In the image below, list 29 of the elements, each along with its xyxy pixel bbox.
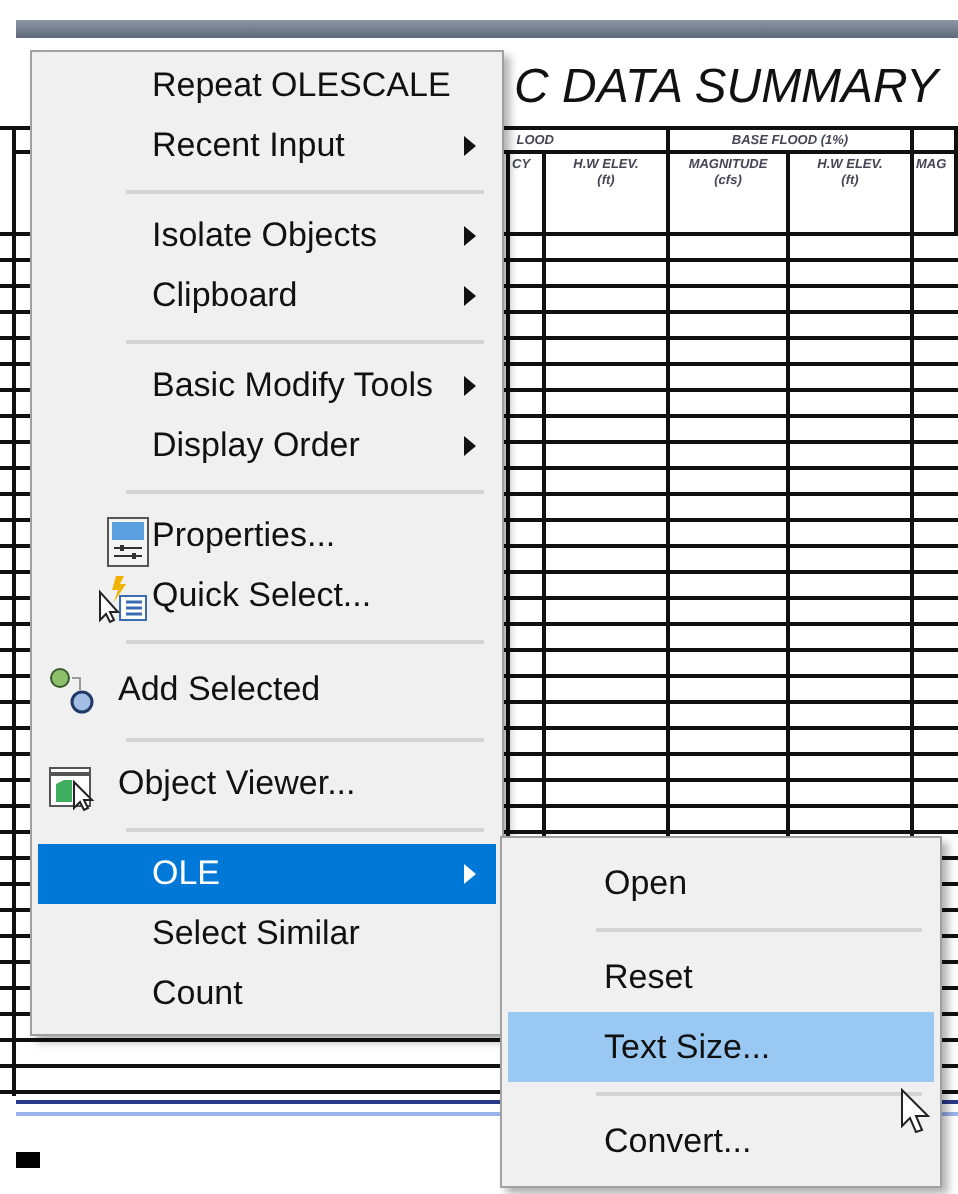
menu-item[interactable]: Isolate Objects <box>38 206 496 266</box>
menu-item[interactable]: Reset <box>508 942 934 1012</box>
menu-item[interactable]: Convert... <box>508 1106 934 1176</box>
drawing-title: C DATA SUMMARY <box>514 58 939 118</box>
menu-item[interactable]: Basic Modify Tools <box>38 356 496 416</box>
menu-item[interactable]: Text Size... <box>508 1012 934 1082</box>
menu-item[interactable]: Count <box>38 964 496 1024</box>
menu-item[interactable]: Quick Select... <box>38 566 496 626</box>
menu-item[interactable]: Clipboard <box>38 266 496 326</box>
menu-item[interactable]: Display Order <box>38 416 496 476</box>
submenu-arrow-icon <box>464 226 476 246</box>
mouse-cursor-icon <box>900 1088 932 1136</box>
add-selected-icon <box>48 666 96 716</box>
object-viewer-icon <box>48 766 96 814</box>
submenu-arrow-icon <box>464 136 476 156</box>
block-marker <box>16 1152 40 1168</box>
submenu-arrow-icon <box>464 376 476 396</box>
quick-select-icon <box>98 572 150 624</box>
menu-item[interactable]: Select Similar <box>38 904 496 964</box>
menu-item[interactable]: Object Viewer... <box>38 754 496 814</box>
menu-item[interactable]: Open <box>508 848 934 918</box>
menu-item[interactable]: Add Selected <box>38 656 496 724</box>
menu-item[interactable]: OLE <box>38 844 496 904</box>
menu-item[interactable]: Properties... <box>38 506 496 566</box>
properties-icon <box>106 516 150 568</box>
submenu-arrow-icon <box>464 286 476 306</box>
menu-item[interactable]: Repeat OLESCALE <box>38 56 496 116</box>
submenu-arrow-icon <box>464 436 476 456</box>
submenu-arrow-icon <box>464 864 476 884</box>
